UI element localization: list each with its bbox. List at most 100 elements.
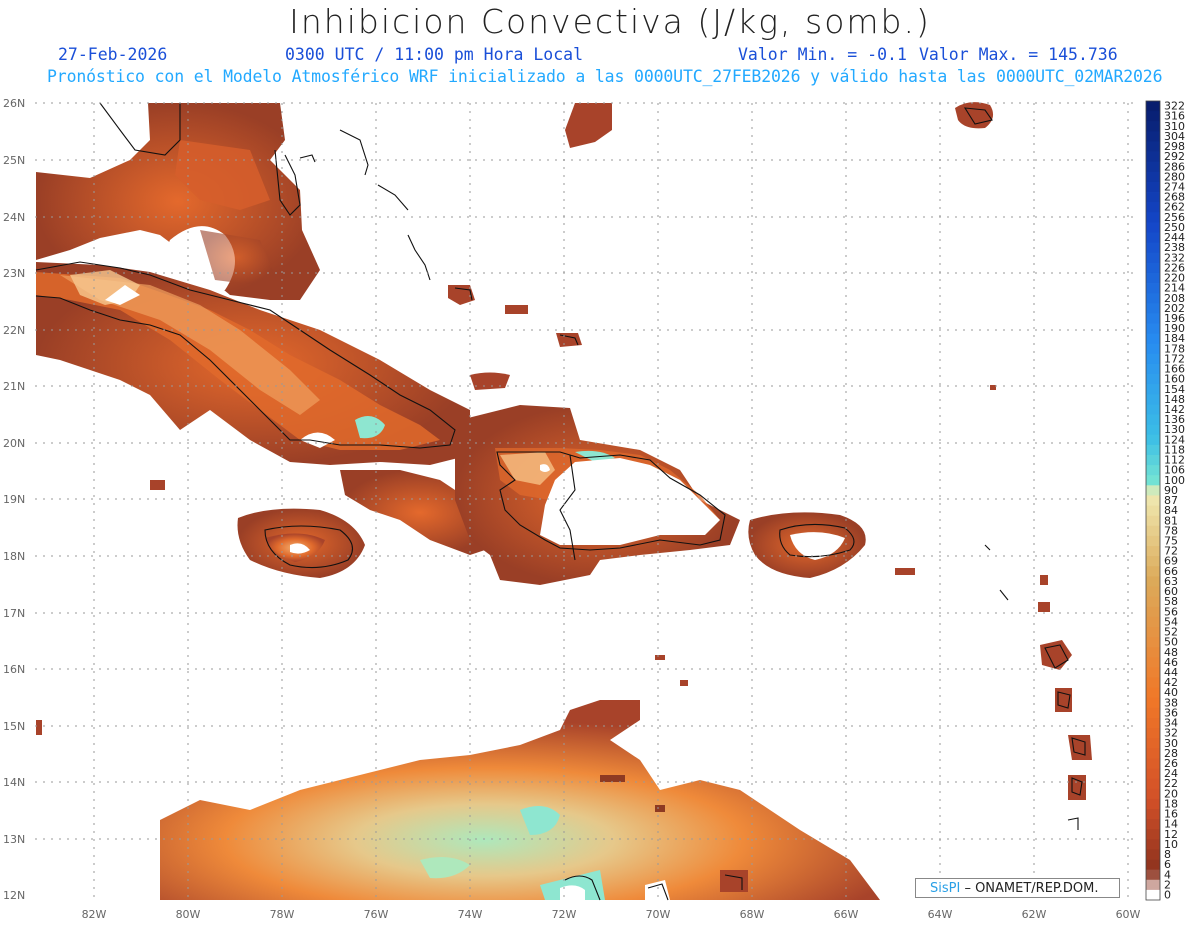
colorbar-swatch: [1146, 687, 1160, 699]
colorbar-swatch: [1146, 363, 1160, 375]
colorbar-swatch: [1146, 485, 1160, 496]
colorbar-swatch: [1146, 808, 1160, 820]
colorbar-swatch: [1146, 626, 1160, 638]
colorbar-swatch: [1146, 535, 1160, 547]
colorbar-swatch: [1146, 192, 1160, 203]
colorbar-swatch: [1146, 434, 1160, 446]
colorbar-swatch: [1146, 707, 1160, 719]
lon-tick: 74W: [458, 908, 483, 921]
colorbar-swatch: [1146, 829, 1160, 840]
lat-tick: 20N: [3, 437, 25, 450]
colorbar-swatch: [1146, 101, 1160, 112]
colorbar-swatch: [1146, 758, 1160, 769]
colorbar-swatch: [1146, 374, 1160, 385]
colorbar-swatch: [1146, 869, 1160, 881]
lat-tick: 15N: [3, 720, 25, 733]
lat-tick: 14N: [3, 776, 25, 789]
lon-tick: 66W: [834, 908, 859, 921]
credit-text: – ONAMET/REP.DOM.: [960, 881, 1099, 896]
colorbar-swatch: [1146, 525, 1160, 537]
lat-tick: 22N: [3, 324, 25, 337]
colorbar-swatch: [1146, 272, 1160, 284]
colorbar-swatch: [1146, 647, 1160, 658]
colorbar-swatch: [1146, 637, 1160, 648]
colorbar-swatch: [1146, 819, 1160, 830]
colorbar-swatch: [1146, 566, 1160, 577]
colorbar-swatch: [1146, 141, 1160, 152]
colorbar-swatch: [1146, 161, 1160, 173]
colorbar-swatch: [1146, 677, 1160, 688]
colorbar-swatch: [1146, 596, 1160, 608]
colorbar: 3223163103042982922862802742682622562502…: [1145, 100, 1185, 901]
colorbar-swatch: [1146, 343, 1160, 355]
colorbar-swatch: [1146, 515, 1160, 527]
colorbar-swatch: [1146, 424, 1160, 436]
colorbar-swatch: [1146, 222, 1160, 233]
colorbar-swatch: [1146, 657, 1160, 668]
colorbar-swatch: [1146, 889, 1160, 901]
lat-tick: 26N: [3, 97, 25, 110]
colorbar-swatch: [1146, 252, 1160, 264]
colorbar-swatch: [1146, 859, 1160, 871]
colorbar-swatch: [1146, 181, 1160, 193]
lat-tick: 24N: [3, 211, 25, 224]
colorbar-swatch: [1146, 465, 1160, 476]
colorbar-swatch: [1146, 333, 1160, 345]
colorbar-swatch: [1146, 404, 1160, 415]
colorbar-swatch: [1146, 576, 1160, 587]
lat-tick: 16N: [3, 663, 25, 676]
colorbar-swatch: [1146, 768, 1160, 780]
colorbar-swatch: [1146, 212, 1160, 223]
lat-tick: 18N: [3, 550, 25, 563]
colorbar-swatch: [1146, 444, 1160, 456]
colorbar-swatch: [1146, 283, 1160, 294]
colorbar-swatch: [1146, 849, 1160, 860]
colorbar-swatch: [1146, 131, 1160, 142]
colorbar-swatch: [1146, 414, 1160, 426]
colorbar-swatch: [1146, 293, 1160, 304]
lon-tick: 68W: [740, 908, 765, 921]
colorbar-swatch: [1146, 505, 1160, 517]
lat-tick: 19N: [3, 493, 25, 506]
colorbar-swatch: [1146, 728, 1160, 739]
lon-tick: 64W: [928, 908, 953, 921]
lon-tick: 82W: [82, 908, 107, 921]
colorbar-swatch: [1146, 121, 1160, 132]
colorbar-swatch: [1146, 495, 1160, 506]
colorbar-swatch: [1146, 262, 1160, 274]
colorbar-swatch: [1146, 303, 1160, 314]
colorbar-swatch: [1146, 546, 1160, 557]
colorbar-swatch: [1146, 475, 1160, 486]
lat-tick: 23N: [3, 267, 25, 280]
colorbar-swatch: [1146, 879, 1160, 891]
colorbar-swatch: [1146, 748, 1160, 759]
colorbar-swatch: [1146, 353, 1160, 365]
colorbar-swatch: [1146, 151, 1160, 163]
lon-tick: 80W: [176, 908, 201, 921]
colorbar-swatch: [1146, 788, 1160, 800]
lat-tick: 12N: [3, 889, 25, 902]
lon-tick: 78W: [270, 908, 295, 921]
colorbar-swatch: [1146, 313, 1160, 324]
colorbar-swatch: [1146, 394, 1160, 405]
colorbar-swatch: [1146, 586, 1160, 597]
sispi-logo: SisPI: [930, 881, 961, 896]
colorbar-swatch: [1146, 717, 1160, 729]
colorbar-swatch: [1146, 738, 1160, 749]
colorbar-swatch: [1146, 697, 1160, 709]
colorbar-swatch: [1146, 384, 1160, 395]
colorbar-swatch: [1146, 242, 1160, 254]
colorbar-swatch: [1146, 839, 1160, 850]
lon-tick: 70W: [646, 908, 671, 921]
colorbar-swatch: [1146, 171, 1160, 183]
colorbar-swatch: [1146, 778, 1160, 790]
colorbar-swatch: [1146, 232, 1160, 243]
colorbar-swatch: [1146, 606, 1160, 618]
colorbar-swatch: [1146, 454, 1160, 466]
colorbar-label: 0: [1164, 888, 1171, 901]
lon-tick: 60W: [1116, 908, 1141, 921]
colorbar-swatch: [1146, 111, 1160, 122]
lon-tick: 72W: [552, 908, 577, 921]
colorbar-swatch: [1146, 616, 1160, 628]
lon-axis: 82W 80W 78W 76W 74W 72W 70W 68W 66W 64W …: [82, 908, 1141, 921]
